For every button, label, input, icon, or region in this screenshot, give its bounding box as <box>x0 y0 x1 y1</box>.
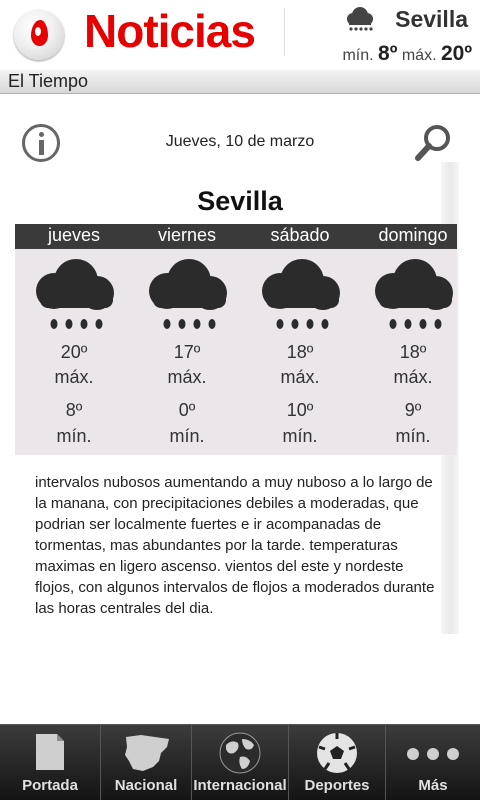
document-icon <box>36 734 64 770</box>
rain-cloud-icon <box>262 259 340 329</box>
max-temp: 20º <box>60 342 88 362</box>
day-label: viernes <box>157 225 217 245</box>
nav-label: Nacional <box>114 777 178 794</box>
max-temp: 17º <box>173 342 201 362</box>
app-header: Noticias Sevilla mín. 8º máx. 20º <box>0 0 480 70</box>
min-temp: 8º <box>65 400 83 420</box>
header-max-value: 20º <box>440 42 472 65</box>
forecast-day: 18º máx. 9º mín. <box>357 249 457 455</box>
days-bar: jueves viernes sábado domingo <box>15 224 457 249</box>
header-temps: mín. 8º máx. 20º <box>342 42 472 66</box>
forecast-day: 17º máx. 0º mín. <box>131 249 243 455</box>
vodafone-logo-icon[interactable] <box>14 10 64 60</box>
nav-item-portada[interactable]: Portada <box>0 725 100 800</box>
header-min-value: 8º <box>378 42 398 65</box>
rain-cloud-icon <box>36 259 114 329</box>
nav-item-deportes[interactable]: Deportes <box>289 725 385 800</box>
forecast-date: Jueves, 10 de marzo <box>165 133 315 150</box>
max-label: máx. <box>280 367 320 387</box>
rain-cloud-icon <box>347 7 373 31</box>
city-name: Sevilla <box>197 186 283 216</box>
min-temp: 9º <box>404 400 422 420</box>
rain-cloud-icon <box>149 259 227 329</box>
forecast-day: 18º máx. 10º mín. <box>244 249 356 455</box>
soccer-ball-icon <box>317 733 357 773</box>
max-label: máx. <box>393 367 433 387</box>
min-label: mín. <box>169 426 205 446</box>
nav-item-internacional[interactable]: Internacional <box>192 725 288 800</box>
forecast-panel[interactable]: 20º máx. 8º mín. 17º máx. 0º mín. 18º má… <box>15 249 457 455</box>
forecast-description: intervalos nubosos aumentando a muy nubo… <box>35 474 435 617</box>
min-temp: 0º <box>178 400 196 420</box>
rain-cloud-icon <box>375 259 453 329</box>
max-label: máx. <box>167 367 207 387</box>
globe-icon <box>219 732 261 774</box>
min-label: mín. <box>56 426 92 446</box>
min-label: mín. <box>395 426 431 446</box>
nav-label: Internacional <box>193 777 287 794</box>
nav-item-nacional[interactable]: Nacional <box>101 725 191 800</box>
header-city[interactable]: Sevilla <box>395 6 468 33</box>
app-title: Noticias <box>84 5 256 57</box>
section-title: El Tiempo <box>8 71 89 91</box>
day-label: sábado <box>270 225 330 245</box>
max-temp: 18º <box>286 342 314 362</box>
day-label: domingo <box>378 225 448 245</box>
nav-label: Portada <box>22 777 78 794</box>
day-label: jueves <box>47 225 101 245</box>
header-max-label: máx. <box>401 47 437 64</box>
header-min-label: mín. <box>342 47 374 64</box>
max-label: máx. <box>54 367 94 387</box>
section-bar: El Tiempo <box>0 70 480 94</box>
forecast-day: 20º máx. 8º mín. <box>18 249 130 455</box>
min-label: mín. <box>282 426 318 446</box>
min-temp: 10º <box>286 400 314 420</box>
max-temp: 18º <box>399 342 427 362</box>
nav-item-mas[interactable]: Más <box>386 725 480 800</box>
spain-map-icon <box>125 735 169 771</box>
header-divider <box>284 8 285 56</box>
more-dots-icon <box>407 748 459 760</box>
nav-label: Más <box>418 777 448 794</box>
bottom-nav: Portada Nacional Internacional Deportes … <box>0 724 480 800</box>
search-icon[interactable] <box>413 122 455 164</box>
nav-label: Deportes <box>304 777 370 794</box>
